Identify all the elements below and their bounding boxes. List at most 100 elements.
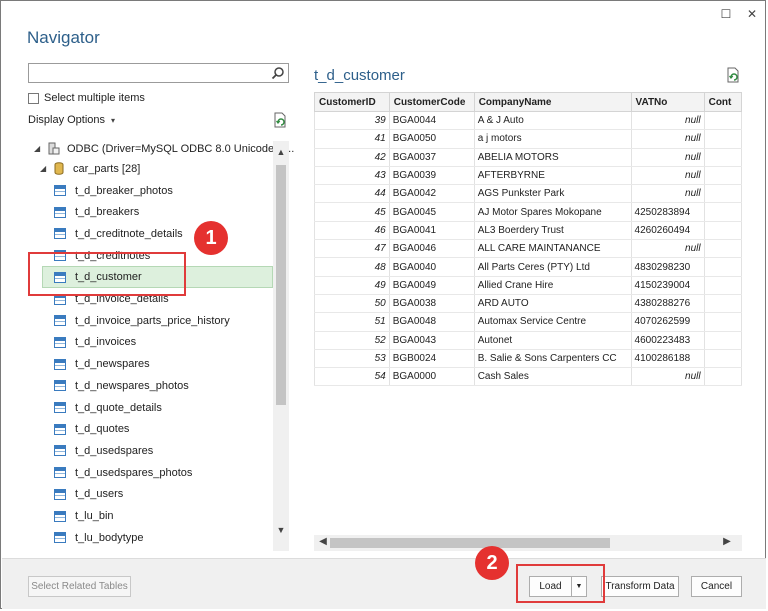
table-cell: 4100286188 (630, 349, 705, 369)
table-cell: Automax Service Centre (473, 312, 632, 332)
column-header[interactable]: VATNo (630, 92, 705, 112)
preview-hscrollbar[interactable]: ◀ ▶ (314, 535, 742, 551)
table-cell (703, 184, 742, 204)
database-label: car_parts [28] (73, 162, 141, 175)
tree-item-table[interactable]: t_d_creditnote_details (54, 223, 183, 244)
tree-node-odbc[interactable]: ◢ ODBC (Driver=MySQL ODBC 8.0 Unicode D.… (34, 138, 294, 159)
table-icon (54, 358, 66, 370)
table-cell: AGS Punkster Park (473, 184, 632, 204)
database-icon (54, 162, 64, 175)
table-cell (703, 312, 742, 332)
scroll-down-icon[interactable]: ▼ (273, 525, 289, 539)
tree-scrollbar[interactable]: ▲ ▼ (273, 141, 289, 551)
table-label: t_d_newspares (75, 358, 150, 371)
table-cell: 4150239004 (630, 276, 705, 295)
column-header[interactable]: CustomerCode (388, 92, 475, 112)
table-row: 46 BGA0041 AL3 Boerdery Trust 4260260494 (314, 221, 742, 241)
table-icon (54, 402, 66, 413)
tree-node-car-parts[interactable]: ◢ car_parts [28] (40, 158, 140, 179)
table-row: 48 BGA0040 All Parts Ceres (PTY) Ltd 483029… (314, 257, 742, 277)
transform-data-button[interactable]: Transform Data (601, 576, 679, 597)
scroll-up-icon[interactable]: ▲ (273, 147, 289, 161)
tree-item-table[interactable]: t_d_breakers (54, 202, 139, 223)
table-cell: BGA0045 (388, 202, 475, 222)
select-multiple-row[interactable]: Select multiple items (28, 92, 145, 104)
dialog-title: Navigator (27, 28, 100, 47)
preview-refresh-icon[interactable] (726, 67, 741, 83)
table-cell: 48 (314, 257, 390, 277)
scroll-right-icon[interactable]: ▶ (720, 536, 734, 547)
column-header[interactable]: CustomerID (314, 92, 390, 112)
tree-item-table[interactable]: t_d_newspares (54, 354, 150, 375)
tree-item-table[interactable]: t_d_quotes (54, 419, 129, 440)
hscroll-thumb[interactable] (330, 538, 610, 548)
display-options-label: Display Options (28, 114, 106, 126)
step-badge-1: 1 (194, 221, 228, 255)
chevron-down-icon: ▾ (111, 115, 116, 125)
table-cell: BGA0040 (388, 257, 475, 277)
collapse-arrow-icon[interactable]: ◢ (40, 164, 50, 173)
table-row: 43 BGA0039 AFTERBYRNE null (314, 166, 742, 186)
table-icon (54, 532, 66, 544)
table-cell (703, 111, 742, 131)
tree-item-table[interactable]: t_d_usedspares (54, 440, 153, 461)
search-input[interactable] (28, 63, 289, 83)
odbc-source-label: ODBC (Driver=MySQL ODBC 8.0 Unicode D... (67, 142, 295, 155)
refresh-icon[interactable] (273, 112, 288, 128)
tree-item-table[interactable]: t_lu_bodytype (54, 527, 144, 548)
table-cell (703, 276, 742, 295)
table-cell: 47 (314, 239, 390, 259)
table-cell: BGA0000 (388, 367, 475, 387)
tree-item-table[interactable]: t_lu_bin (54, 506, 114, 527)
table-label: t_lu_bin (75, 510, 114, 522)
table-cell (703, 367, 742, 387)
table-cell: Allied Crane Hire (473, 276, 632, 295)
preview-grid[interactable]: CustomerID CustomerCode CompanyName VATNo Co… (314, 92, 742, 388)
column-header[interactable]: Cont (703, 92, 742, 112)
table-label: t_d_invoices (75, 336, 137, 349)
tree-item-table[interactable]: t_d_newspares_photos (54, 375, 189, 396)
scroll-thumb[interactable] (276, 165, 286, 405)
table-label: t_lu_bodytype (75, 531, 144, 544)
column-header[interactable]: CompanyName (473, 92, 632, 112)
table-icon (54, 315, 66, 327)
table-cell: 54 (314, 367, 390, 387)
table-label: t_d_creditnote_details (75, 227, 183, 240)
close-button[interactable]: ✕ (739, 5, 765, 23)
table-cell: null (630, 166, 705, 186)
table-cell (703, 202, 742, 222)
search-icon[interactable] (271, 66, 285, 80)
select-related-tables-button[interactable]: Select Related Tables (28, 576, 131, 597)
scroll-left-icon[interactable]: ◀ (316, 536, 330, 547)
table-row: 52 BGA0043 Autonet 4600223483 (314, 331, 742, 350)
collapse-arrow-icon[interactable]: ◢ (34, 144, 44, 153)
table-cell (703, 257, 742, 277)
tree-item-table[interactable]: t_d_users (54, 484, 123, 505)
table-cell (703, 331, 742, 350)
table-cell: BGA0037 (388, 148, 475, 167)
tree-item-table[interactable]: t_d_invoice_parts_price_history (54, 310, 230, 331)
table-cell: 51 (314, 312, 390, 332)
table-row: 50 BGA0038 ARD AUTO 4380288276 (314, 294, 742, 314)
table-cell (703, 239, 742, 259)
table-cell: ALL CARE MAINTANANCE (473, 239, 632, 259)
table-row: 39 BGA0044 A & J Auto null (314, 111, 742, 131)
table-cell: 4260260494 (630, 221, 705, 241)
table-icon (54, 445, 66, 457)
tree-item-table[interactable]: t_d_breaker_photos (54, 180, 173, 201)
table-icon (54, 423, 66, 435)
tree-item-table[interactable]: t_d_quote_details (54, 397, 162, 418)
table-label: t_d_usedspares (75, 444, 154, 457)
table-row: 51 BGA0048 Automax Service Centre 407026259… (314, 312, 742, 332)
tree-item-table[interactable]: t_d_invoices (54, 332, 136, 353)
table-cell (703, 166, 742, 186)
display-options-button[interactable]: Display Options ▾ (28, 114, 115, 126)
table-label: t_d_invoice_parts_price_history (75, 314, 230, 327)
maximize-button[interactable]: ☐ (713, 5, 739, 23)
cancel-button[interactable]: Cancel (691, 576, 742, 597)
table-cell: BGA0038 (388, 294, 475, 314)
table-cell: BGA0048 (388, 312, 475, 332)
select-multiple-checkbox[interactable] (28, 92, 39, 104)
table-row: 45 BGA0045 AJ Motor Spares Mokopane 4250283… (314, 202, 742, 222)
tree-item-table[interactable]: t_d_usedspares_photos (54, 462, 192, 483)
